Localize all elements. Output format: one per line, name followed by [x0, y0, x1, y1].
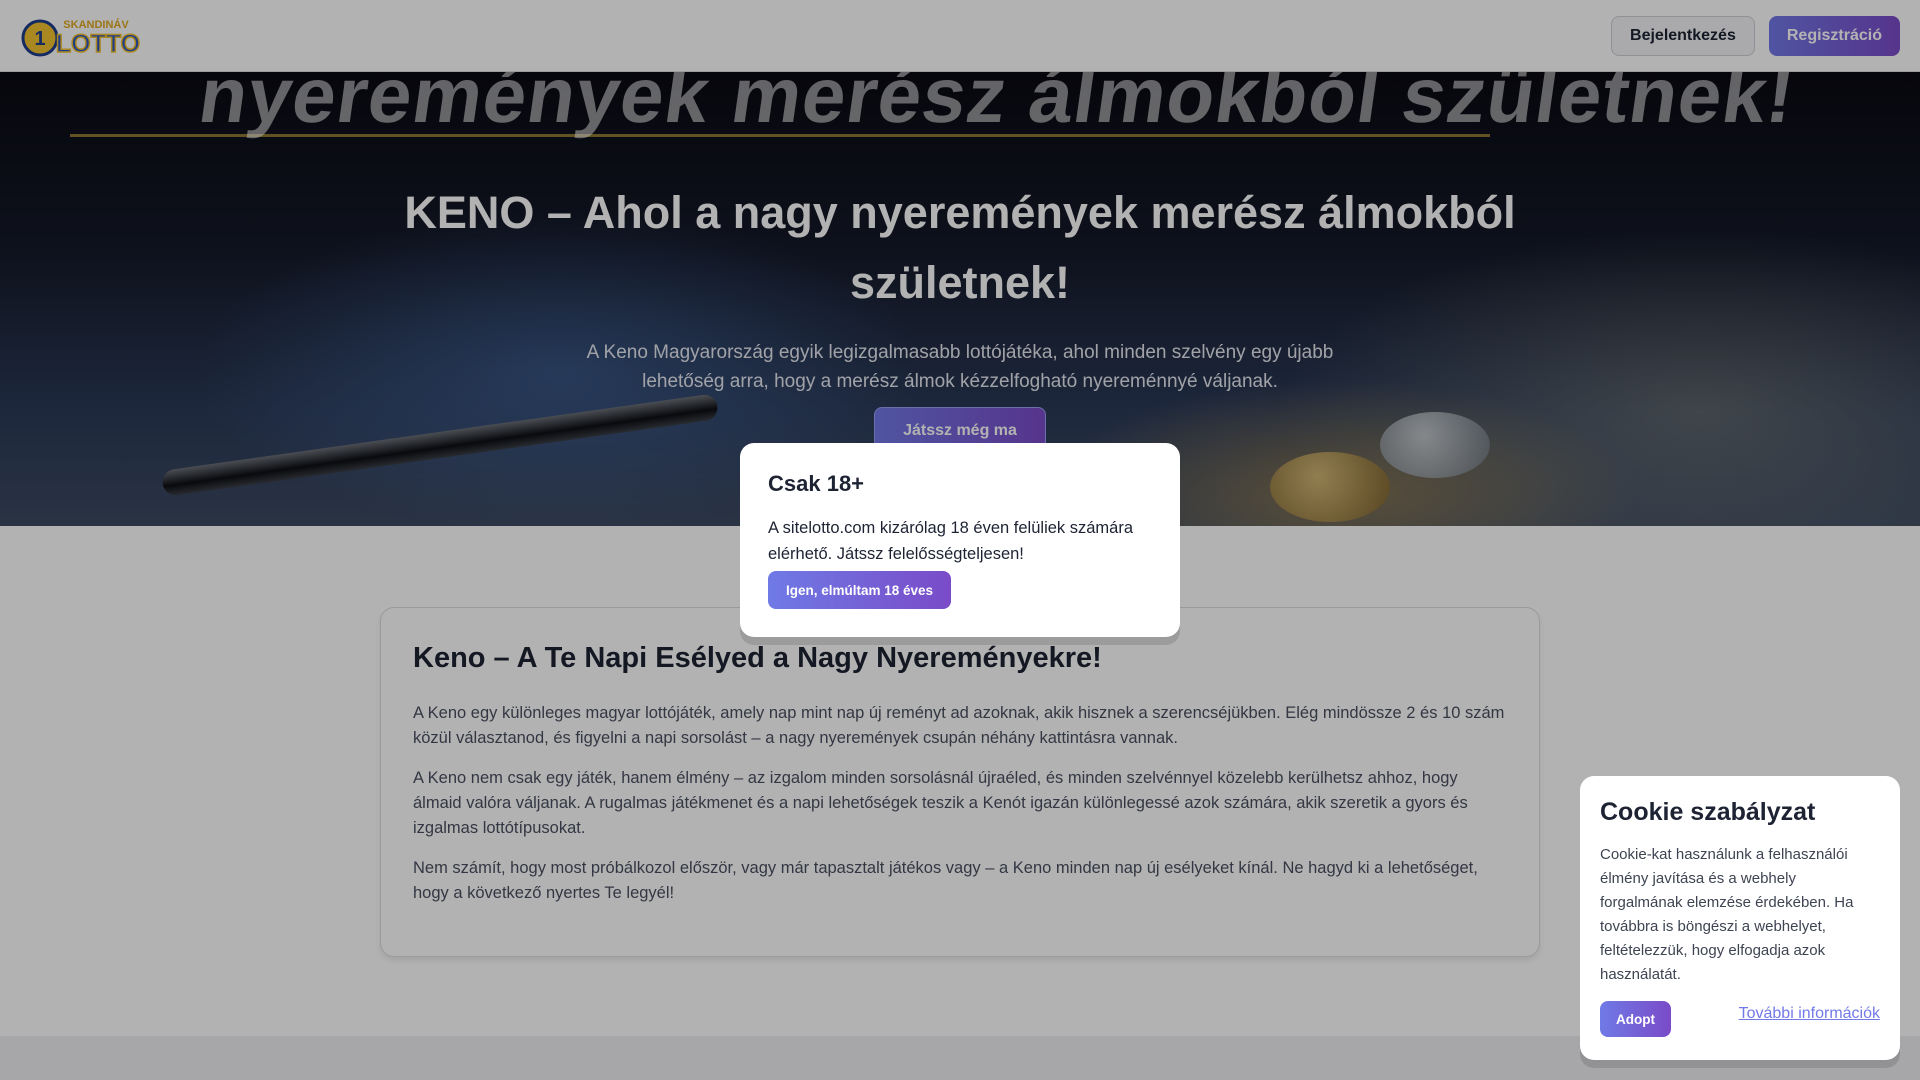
age-confirm-button[interactable]: Igen, elmúltam 18 éves: [768, 571, 952, 609]
cookie-accept-button[interactable]: Adopt: [1600, 1001, 1671, 1037]
age-modal-text: A sitelotto.com kizárólag 18 éven felüli…: [768, 519, 1134, 563]
age-verification-modal: Csak 18+ A sitelotto.com kizárólag 18 év…: [740, 443, 1180, 637]
cookie-panel: Cookie szabályzat Cookie-kat használunk …: [1580, 776, 1900, 1060]
cookie-text: Cookie-kat használunk a felhasználói élm…: [1600, 846, 1854, 983]
cookie-title: Cookie szabályzat: [1600, 798, 1816, 826]
cookie-more-info-link[interactable]: További információk: [1739, 1005, 1880, 1023]
age-modal-title: Csak 18+: [768, 471, 865, 496]
cookie-actions: Adopt További információk: [1600, 1001, 1880, 1037]
